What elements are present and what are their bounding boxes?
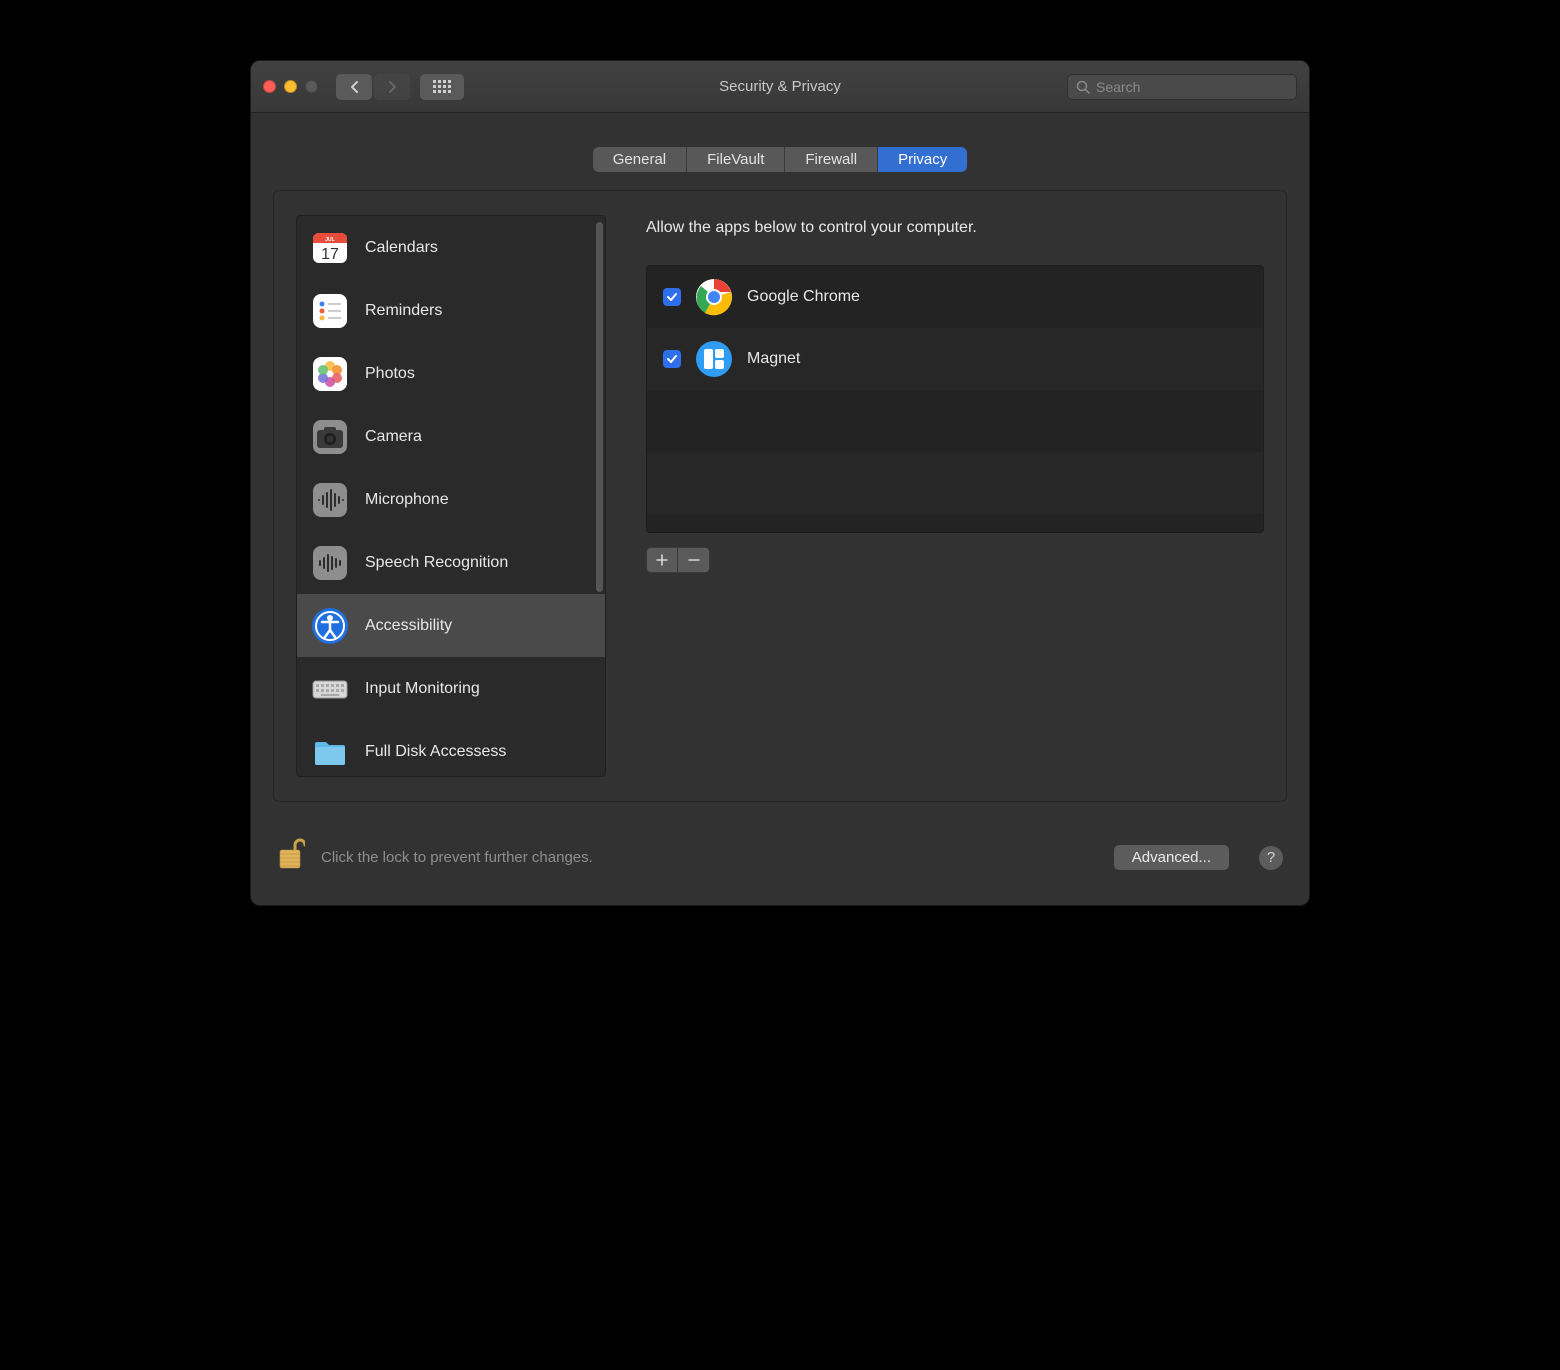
sidebar-item-label: Camera xyxy=(365,428,422,446)
sidebar-item-speech[interactable]: Speech Recognition xyxy=(297,531,605,594)
lock-open-icon xyxy=(277,838,305,872)
nav-buttons xyxy=(336,74,464,100)
tab-general[interactable]: General xyxy=(593,147,687,172)
check-icon xyxy=(666,291,678,303)
sidebar-item-label: Speech Recognition xyxy=(365,554,508,572)
app-row-empty xyxy=(647,390,1263,452)
preferences-window: Security & Privacy General FileVault Fir… xyxy=(250,60,1310,906)
footer: Click the lock to prevent further change… xyxy=(251,822,1309,905)
remove-button[interactable] xyxy=(678,547,710,573)
sidebar-item-label: Reminders xyxy=(365,302,442,320)
app-name-label: Google Chrome xyxy=(747,288,860,306)
sidebar-item-microphone[interactable]: Microphone xyxy=(297,468,605,531)
show-all-button[interactable] xyxy=(420,74,464,100)
lock-button[interactable] xyxy=(277,838,305,877)
sidebar-item-input-monitoring[interactable]: Input Monitoring xyxy=(297,657,605,720)
check-icon xyxy=(666,353,678,365)
app-checkbox[interactable] xyxy=(663,350,681,368)
svg-text:17: 17 xyxy=(321,246,339,263)
sidebar-item-label: Calendars xyxy=(365,239,438,257)
magnet-icon xyxy=(695,340,733,378)
sidebar-item-accessibility[interactable]: Accessibility xyxy=(297,594,605,657)
app-checkbox[interactable] xyxy=(663,288,681,306)
search-icon xyxy=(1076,80,1090,94)
accessibility-icon xyxy=(311,607,349,645)
close-window-button[interactable] xyxy=(263,80,276,93)
tab-firewall[interactable]: Firewall xyxy=(785,147,878,172)
reminders-icon xyxy=(311,292,349,330)
speech-icon xyxy=(311,544,349,582)
tab-filevault[interactable]: FileVault xyxy=(687,147,785,172)
sidebar-item-label: Photos xyxy=(365,365,415,383)
chevron-right-icon xyxy=(387,80,398,94)
microphone-icon xyxy=(311,481,349,519)
back-button[interactable] xyxy=(336,74,372,100)
add-remove-group xyxy=(646,547,1264,573)
zoom-window-button[interactable] xyxy=(305,80,318,93)
privacy-category-list[interactable]: JUL 17 Calendars Reminders Photos xyxy=(296,215,606,777)
app-list[interactable]: Google Chrome Magnet xyxy=(646,265,1264,533)
traffic-lights xyxy=(263,80,318,93)
sidebar-item-full-disk-access[interactable]: Full Disk Accessess xyxy=(297,720,605,776)
tabbar: General FileVault Firewall Privacy xyxy=(593,147,968,172)
search-input[interactable] xyxy=(1096,79,1288,95)
sidebar-item-label: Full Disk Accessess xyxy=(365,743,506,761)
photos-icon xyxy=(311,355,349,393)
add-button[interactable] xyxy=(646,547,678,573)
svg-text:JUL: JUL xyxy=(325,237,334,243)
app-name-label: Magnet xyxy=(747,350,800,368)
minimize-window-button[interactable] xyxy=(284,80,297,93)
keyboard-icon xyxy=(311,670,349,708)
search-field-wrap[interactable] xyxy=(1067,74,1297,100)
sidebar-item-photos[interactable]: Photos xyxy=(297,342,605,405)
calendar-icon: JUL 17 xyxy=(311,229,349,267)
advanced-button[interactable]: Advanced... xyxy=(1114,845,1229,870)
chevron-left-icon xyxy=(349,80,360,94)
camera-icon xyxy=(311,418,349,456)
titlebar: Security & Privacy xyxy=(251,61,1309,113)
scrollbar[interactable] xyxy=(596,222,603,592)
folder-icon xyxy=(311,733,349,771)
sidebar-item-label: Accessibility xyxy=(365,617,452,635)
lock-text: Click the lock to prevent further change… xyxy=(321,849,593,866)
app-row-empty xyxy=(647,514,1263,533)
detail-pane: Allow the apps below to control your com… xyxy=(646,215,1264,777)
grid-icon xyxy=(433,80,451,94)
app-row-empty xyxy=(647,452,1263,514)
sidebar-item-reminders[interactable]: Reminders xyxy=(297,279,605,342)
forward-button[interactable] xyxy=(374,74,410,100)
tab-row: General FileVault Firewall Privacy xyxy=(251,113,1309,172)
tab-privacy[interactable]: Privacy xyxy=(878,147,967,172)
sidebar-item-camera[interactable]: Camera xyxy=(297,405,605,468)
content-frame: JUL 17 Calendars Reminders Photos xyxy=(273,190,1287,802)
app-row-magnet[interactable]: Magnet xyxy=(647,328,1263,390)
chrome-icon xyxy=(695,278,733,316)
minus-icon xyxy=(688,554,700,566)
pane-description: Allow the apps below to control your com… xyxy=(646,219,1264,237)
help-button[interactable]: ? xyxy=(1259,846,1283,870)
plus-icon xyxy=(656,554,668,566)
sidebar-item-label: Input Monitoring xyxy=(365,680,480,698)
sidebar-item-label: Microphone xyxy=(365,491,449,509)
app-row-chrome[interactable]: Google Chrome xyxy=(647,266,1263,328)
sidebar-item-calendars[interactable]: JUL 17 Calendars xyxy=(297,216,605,279)
